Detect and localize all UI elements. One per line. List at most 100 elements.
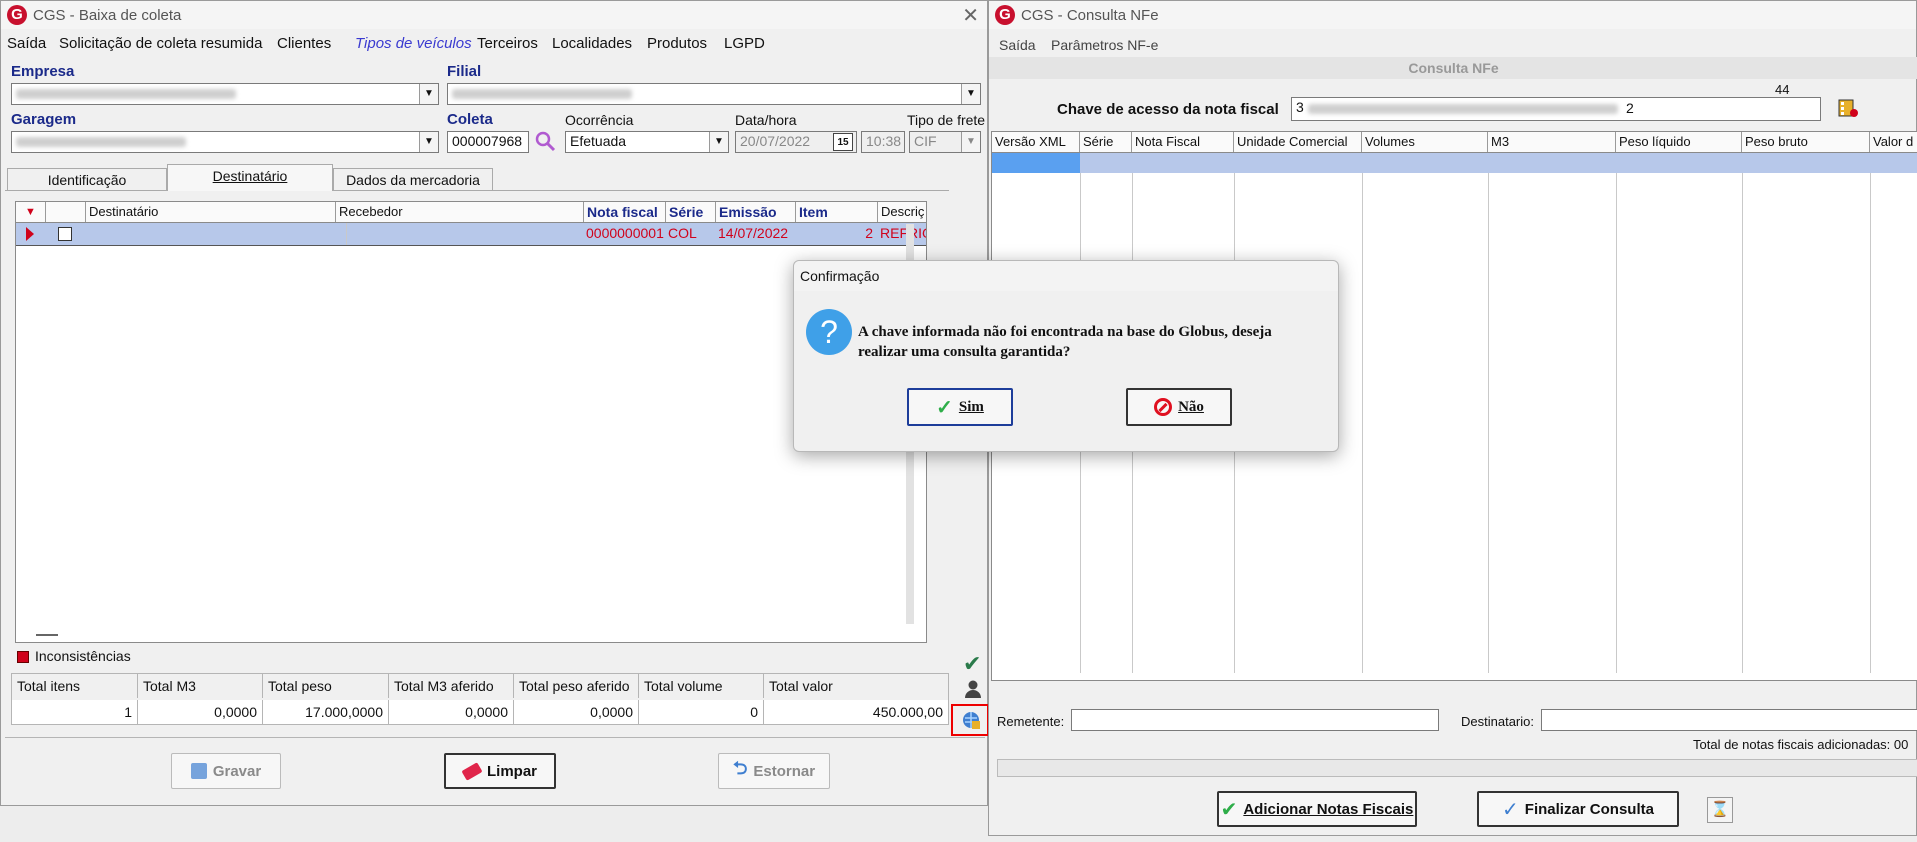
destinatario-input[interactable]	[1541, 709, 1917, 731]
nao-button[interactable]: Não	[1126, 388, 1232, 426]
total-m3-aferido-header: Total M3 aferido	[389, 674, 514, 698]
filial-select[interactable]: ▼	[447, 83, 981, 105]
total-m3-value: 0,0000	[138, 700, 263, 724]
chave-end: 2	[1626, 100, 1634, 116]
col-versao-xml[interactable]: Versão XML	[992, 132, 1080, 152]
limpar-button[interactable]: Limpar	[444, 753, 556, 789]
gravar-button[interactable]: Gravar	[171, 753, 281, 789]
adicionar-notas-button[interactable]: ✔ Adicionar Notas Fiscais	[1217, 791, 1417, 827]
chevron-down-icon[interactable]: ▼	[709, 132, 728, 152]
menu-parametros-nfe[interactable]: Parâmetros NF-e	[1051, 37, 1158, 53]
destinatario-grid[interactable]: ▼ Destinatário Recebedor Nota fiscal Sér…	[15, 201, 927, 643]
data-value: 20/07/2022	[740, 133, 811, 149]
check-icon[interactable]: ✔	[963, 651, 981, 677]
destinatario-label: Destinatario:	[1461, 714, 1534, 729]
col-serie-nfe[interactable]: Série	[1080, 132, 1132, 152]
tab-destinatario[interactable]: Destinatário	[167, 164, 333, 191]
adicionar-label: Adicionar Notas Fiscais	[1243, 800, 1414, 818]
col-nota-fiscal-nfe[interactable]: Nota Fiscal	[1132, 132, 1234, 152]
selected-cell[interactable]	[992, 153, 1080, 173]
total-valor-header: Total valor	[769, 678, 833, 694]
tab-dados-mercadoria[interactable]: Dados da mercadoria	[333, 168, 493, 190]
grid-col-line	[1742, 173, 1743, 673]
col-item[interactable]: Item	[796, 202, 878, 222]
search-icon[interactable]	[533, 129, 557, 153]
sim-button[interactable]: ✓ Sim	[907, 388, 1013, 426]
ocorrencia-value: Efetuada	[570, 133, 627, 149]
garagem-select[interactable]: ▼	[11, 131, 439, 153]
check-icon: ✓	[936, 396, 953, 419]
col-descricao[interactable]: Descriç	[878, 202, 926, 222]
menu-saida-nfe[interactable]: Saída	[999, 37, 1036, 53]
ocorrencia-select[interactable]: Efetuada ▼	[565, 131, 729, 153]
cell-serie: COL	[668, 225, 697, 241]
right-menubar: Saída Parâmetros NF-e	[989, 33, 1916, 59]
estornar-button[interactable]: ⮌ Estornar	[718, 753, 830, 789]
remetente-input[interactable]	[1071, 709, 1439, 731]
table-row[interactable]: 0000000001 COL 14/07/2022 2 REFRIG	[16, 223, 926, 246]
undo-icon: ⮌	[732, 758, 748, 778]
sort-down-icon[interactable]: ▼	[16, 202, 46, 222]
menu-saida[interactable]: Saída	[7, 35, 46, 52]
col-peso-liquido[interactable]: Peso líquido	[1616, 132, 1742, 152]
total-m3-header: Total M3	[138, 674, 263, 698]
total-peso-aferido-value: 0,0000	[514, 700, 639, 724]
col-volumes[interactable]: Volumes	[1362, 132, 1488, 152]
finalizar-consulta-button[interactable]: ✓ Finalizar Consulta	[1477, 791, 1679, 827]
user-icon[interactable]	[963, 679, 983, 699]
chevron-down-icon[interactable]: ▼	[419, 132, 438, 152]
menu-clientes[interactable]: Clientes	[277, 35, 331, 52]
col-serie[interactable]: Série	[666, 202, 716, 222]
hourglass-icon[interactable]: ⌛	[1707, 797, 1733, 823]
cell-item: 2	[865, 225, 873, 241]
chave-start: 3	[1296, 99, 1304, 115]
section-title: Consulta NFe	[989, 57, 1917, 79]
col-unidade-comercial[interactable]: Unidade Comercial	[1234, 132, 1362, 152]
calendar-icon[interactable]: 15	[833, 133, 853, 151]
chevron-down-icon[interactable]: ▼	[419, 84, 438, 104]
coleta-input[interactable]: 000007968	[447, 131, 529, 153]
totals-panel: Total itens Total M3 Total peso Total M3…	[11, 673, 949, 725]
datahora-label: Data/hora	[735, 112, 797, 128]
nao-label: Não	[1178, 398, 1204, 415]
hora-input: 10:38	[861, 131, 905, 153]
nfe-grid-header: Versão XML Série Nota Fiscal Unidade Com…	[992, 132, 1917, 153]
grid-col-line	[1870, 173, 1871, 673]
menu-produtos[interactable]: Produtos	[647, 35, 707, 52]
check-blue-icon: ✓	[1502, 798, 1519, 821]
consulta-nfe-button[interactable]	[951, 704, 989, 736]
right-titlebar: G CGS - Consulta NFe	[989, 1, 1916, 29]
menu-lgpd[interactable]: LGPD	[724, 35, 765, 52]
menu-terceiros[interactable]: Terceiros	[477, 35, 538, 52]
chevron-down-icon[interactable]: ▼	[961, 84, 980, 104]
menu-solicitacao[interactable]: Solicitação de coleta resumida	[59, 35, 262, 52]
chave-input[interactable]: 3 2	[1291, 97, 1821, 121]
tab-identificacao[interactable]: Identificação	[7, 168, 167, 190]
empresa-select[interactable]: ▼	[11, 83, 439, 105]
tipo-frete-label: Tipo de frete	[907, 112, 986, 128]
total-m3-aferido-value: 0,0000	[389, 700, 514, 724]
col-emissao[interactable]: Emissão	[716, 202, 796, 222]
col-valor[interactable]: Valor d	[1870, 132, 1917, 152]
menu-tipos-veiculos[interactable]: Tipos de veículos	[355, 35, 472, 52]
col-m3[interactable]: M3	[1488, 132, 1616, 152]
row-checkbox[interactable]	[58, 227, 72, 241]
dialog-title: Confirmação	[800, 268, 880, 284]
right-window-title: CGS - Consulta NFe	[1021, 7, 1159, 24]
estornar-label: Estornar	[753, 762, 816, 780]
grid-col-line	[1488, 173, 1489, 673]
col-peso-bruto[interactable]: Peso bruto	[1742, 132, 1870, 152]
col-nota-fiscal[interactable]: Nota fiscal	[584, 202, 666, 222]
menu-localidades[interactable]: Localidades	[552, 35, 632, 52]
total-peso-value: 17.000,0000	[263, 700, 389, 724]
left-menubar: Saída Solicitação de coleta resumida Cli…	[1, 31, 987, 57]
progress-bar	[997, 759, 1917, 777]
close-icon[interactable]: ✕	[962, 3, 979, 28]
col-destinatario[interactable]: Destinatário	[86, 202, 336, 222]
cell-descricao: REFRIG	[880, 225, 926, 241]
gravar-label: Gravar	[212, 762, 262, 780]
film-icon[interactable]	[1837, 97, 1859, 119]
total-valor-value: 450.000,00	[764, 700, 948, 724]
col-recebedor[interactable]: Recebedor	[336, 202, 584, 222]
table-row[interactable]	[992, 153, 1917, 173]
